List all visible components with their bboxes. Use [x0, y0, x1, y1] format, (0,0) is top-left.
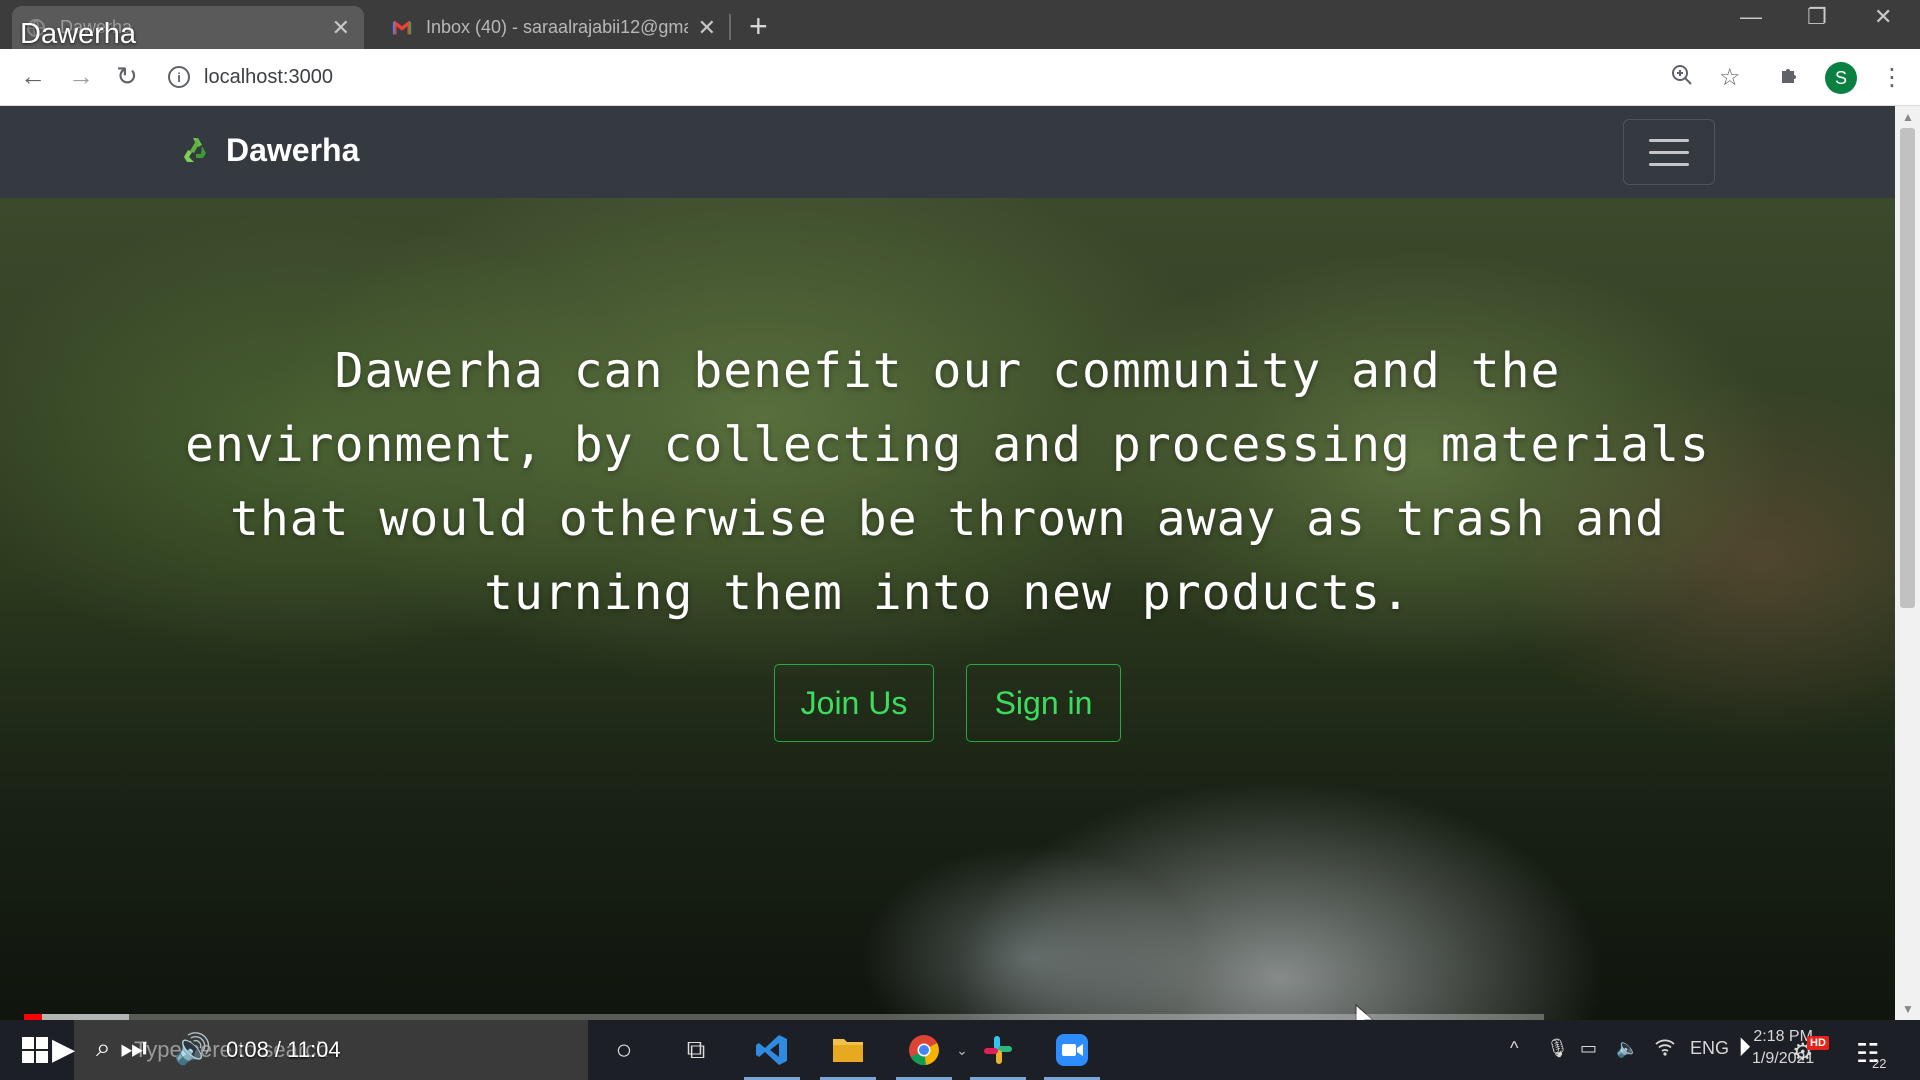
- close-window-icon[interactable]: ✕: [1874, 4, 1892, 30]
- site-info-icon[interactable]: i: [168, 66, 190, 88]
- autoplay-toggle-icon[interactable]: ⏵: [1738, 1032, 1751, 1064]
- tab-separator: [729, 14, 731, 40]
- zoom-icon[interactable]: [1670, 63, 1694, 94]
- wifi-icon[interactable]: [1654, 1038, 1676, 1061]
- new-tab-button[interactable]: +: [749, 8, 768, 45]
- brand-name: Dawerha: [226, 132, 360, 168]
- chrome-icon[interactable]: [896, 1032, 952, 1080]
- site-navbar: Dawerha: [0, 106, 1895, 198]
- menu-kebab-icon[interactable]: ⋮: [1880, 63, 1904, 92]
- next-video-icon[interactable]: ⏭: [120, 1032, 147, 1066]
- video-title-overlay: Dawerha: [20, 18, 137, 50]
- hero-section: Dawerha can benefit our community and th…: [0, 198, 1895, 1020]
- join-us-button[interactable]: Join Us: [774, 664, 934, 742]
- address-bar[interactable]: i localhost:3000: [168, 57, 1698, 97]
- notification-count: 22: [1872, 1056, 1887, 1071]
- file-explorer-icon[interactable]: [820, 1032, 876, 1080]
- hamburger-line: [1649, 162, 1689, 166]
- show-hidden-icons-chevron[interactable]: ^: [1510, 1038, 1518, 1059]
- gmail-icon: [392, 18, 412, 38]
- hamburger-line: [1649, 150, 1689, 154]
- language-indicator[interactable]: ENG: [1690, 1038, 1729, 1059]
- back-arrow-icon[interactable]: ←: [20, 61, 46, 92]
- vscode-icon[interactable]: [744, 1032, 800, 1080]
- battery-icon[interactable]: ▭: [1580, 1038, 1597, 1059]
- video-time-display: 0:08 / 11:04: [226, 1037, 341, 1062]
- scroll-up-icon[interactable]: ▲: [1902, 110, 1914, 124]
- browser-toolbar: ← → ↻ i localhost:3000 ☆ ⋮: [0, 49, 1920, 106]
- extensions-puzzle-icon[interactable]: [1778, 63, 1802, 94]
- cortana-circle-icon[interactable]: ○: [606, 1032, 642, 1068]
- search-icon: ⌕: [96, 1032, 111, 1062]
- minimize-icon[interactable]: —: [1740, 4, 1762, 30]
- forward-arrow-icon[interactable]: →: [68, 61, 94, 92]
- close-tab-icon[interactable]: ✕: [698, 15, 716, 41]
- chevron-down-icon[interactable]: ⌄: [944, 1032, 980, 1068]
- page-viewport: Dawerha Dawerha can benefit our communit…: [0, 106, 1895, 1020]
- hd-quality-badge: HD: [1807, 1036, 1829, 1050]
- close-tab-icon[interactable]: ✕: [332, 15, 350, 41]
- bookmark-star-icon[interactable]: ☆: [1719, 63, 1741, 92]
- play-icon[interactable]: ▶: [52, 1032, 75, 1067]
- page-scrollbar[interactable]: ▲ ▼: [1895, 106, 1920, 1020]
- url-text: localhost:3000: [204, 65, 333, 88]
- sign-in-button[interactable]: Sign in: [966, 664, 1121, 742]
- profile-avatar[interactable]: S: [1825, 62, 1857, 94]
- task-view-icon[interactable]: ⧉: [678, 1032, 714, 1068]
- recycle-icon: [184, 137, 206, 162]
- tab-title: Inbox (40) - saraalrajabii12@gma: [426, 17, 688, 37]
- volume-icon[interactable]: 🔊: [174, 1032, 211, 1067]
- navbar-toggler-button[interactable]: [1623, 119, 1715, 185]
- speaker-icon[interactable]: 🔈: [1616, 1038, 1638, 1059]
- scroll-down-icon[interactable]: ▼: [1902, 1002, 1914, 1016]
- tab-gmail-inbox[interactable]: Inbox (40) - saraalrajabii12@gma ✕: [378, 6, 730, 49]
- scrollbar-thumb[interactable]: [1900, 128, 1915, 608]
- microphone-icon[interactable]: 🎙: [1546, 1038, 1569, 1059]
- zoom-app-icon[interactable]: [1044, 1032, 1100, 1080]
- slack-icon[interactable]: [970, 1032, 1026, 1080]
- hero-mission-text: Dawerha can benefit our community and th…: [185, 343, 1710, 621]
- windows-taskbar: Type here to search ▶ ⌕ ⏭ 🔊 0:08 / 11:04…: [0, 1020, 1920, 1080]
- reload-icon[interactable]: ↻: [116, 61, 138, 92]
- windows-start-icon[interactable]: [22, 1037, 48, 1063]
- restore-icon[interactable]: ❐: [1807, 4, 1827, 30]
- navbar-brand[interactable]: Dawerha: [180, 132, 359, 169]
- hamburger-line: [1649, 138, 1689, 142]
- browser-tab-strip: Dawerha ✕ Inbox (40) - saraalrajabii12@g…: [0, 0, 1920, 49]
